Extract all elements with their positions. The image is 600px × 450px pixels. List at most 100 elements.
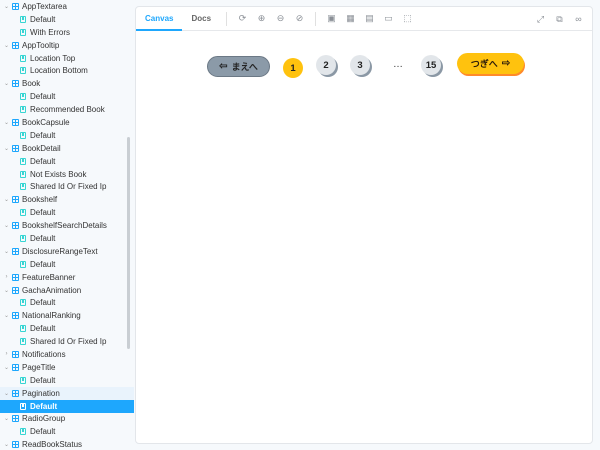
bookmark-icon	[20, 209, 26, 217]
component-icon	[12, 389, 19, 397]
next-page-button[interactable]: つぎへ ⇨	[457, 53, 524, 74]
sidebar-item-label: Location Bottom	[30, 66, 88, 76]
copy-link-icon[interactable]: ∞	[574, 14, 584, 24]
sidebar-component-item[interactable]: ⌄ ReadBookStatus	[0, 438, 134, 450]
open-new-tab-icon[interactable]: ⧉	[555, 14, 565, 24]
bookmark-icon	[20, 338, 26, 346]
sidebar-story-item[interactable]: Default	[0, 90, 134, 103]
sidebar-story-item[interactable]: Recommended Book	[0, 103, 134, 116]
sidebar-component-item[interactable]: ⌄ BookshelfSearchDetails	[0, 219, 134, 232]
chevron-down-icon: ⌄	[3, 313, 10, 320]
sidebar-scrollbar[interactable]	[127, 137, 130, 349]
grid-icon[interactable]: ▦	[346, 14, 356, 24]
sidebar-item-label: BookshelfSearchDetails	[22, 221, 107, 231]
sidebar-component-item[interactable]: ⌄ DisclosureRangeText	[0, 245, 134, 258]
chevron-down-icon: ⌄	[3, 223, 10, 230]
component-tree: ⌄ AppTextarea Default With Errors ⌄ AppToolti…	[0, 0, 134, 450]
sidebar-story-item[interactable]: Default	[0, 206, 134, 219]
outline-icon[interactable]: ⬚	[403, 14, 413, 24]
chevron-down-icon: ⌄	[3, 3, 10, 10]
bookmark-icon	[20, 428, 26, 436]
sidebar-component-item[interactable]: ⌄ BookCapsule	[0, 116, 134, 129]
bookmark-icon	[20, 28, 26, 36]
sidebar-component-item[interactable]: ⌄ Bookshelf	[0, 193, 134, 206]
bookmark-icon	[20, 170, 26, 178]
zoom-reset-icon[interactable]: ⊘	[295, 14, 305, 24]
sidebar-item-label: Default	[30, 259, 56, 269]
sidebar-item-label: Default	[30, 92, 56, 102]
sidebar-story-item[interactable]: Default	[0, 13, 134, 26]
chevron-right-icon: ›	[5, 351, 8, 358]
tab-docs[interactable]: Docs	[182, 7, 220, 31]
zoom-in-icon[interactable]: ⊕	[257, 14, 267, 24]
sidebar-component-item[interactable]: ⌄ PageTitle	[0, 361, 134, 374]
fullscreen-icon[interactable]: ⤢	[536, 14, 546, 24]
component-icon	[12, 312, 19, 320]
sidebar-story-item[interactable]: Location Bottom	[0, 64, 134, 77]
sidebar-item-label: FeatureBanner	[22, 272, 76, 282]
sidebar-story-item[interactable]: Default	[0, 258, 134, 271]
sidebar-item-label: Default	[30, 427, 56, 437]
bookmark-icon	[20, 54, 26, 62]
sidebar-component-item[interactable]: ⌄ AppTooltip	[0, 39, 134, 52]
sidebar-item-label: Default	[30, 130, 56, 140]
chevron-down-icon: ⌄	[3, 145, 10, 152]
sidebar-component-item[interactable]: ⌄ AppTextarea	[0, 0, 134, 13]
prev-page-button[interactable]: ⇦ まえへ	[207, 56, 270, 77]
chevron-down-icon: ⌄	[3, 442, 10, 449]
bookmark-icon	[20, 93, 26, 101]
component-icon	[12, 441, 19, 449]
toolbar-divider	[315, 11, 317, 26]
background-icon[interactable]: ▣	[327, 14, 337, 24]
sidebar-story-item[interactable]: Default	[0, 425, 134, 438]
chevron-down-icon: ⌄	[3, 248, 10, 255]
chevron-down-icon: ⌄	[3, 42, 10, 49]
sidebar-story-item[interactable]: Shared Id Or Fixed Ip	[0, 180, 134, 193]
bookmark-icon	[20, 15, 26, 23]
arrow-left-icon: ⇦	[219, 60, 228, 72]
sidebar-item-label: Bookshelf	[22, 195, 58, 205]
bookmark-icon	[20, 299, 26, 307]
sidebar-item-label: RadioGroup	[22, 414, 66, 424]
refresh-icon[interactable]: ⟳	[238, 14, 248, 24]
measure-icon[interactable]: ▭	[384, 14, 394, 24]
component-icon	[12, 363, 19, 371]
sidebar-item-label: Default	[30, 298, 56, 308]
sidebar-item-label: Default	[30, 324, 56, 334]
sidebar-story-item[interactable]: Default	[0, 322, 134, 335]
preview-panel: Canvas Docs ⟳ ⊕ ⊖ ⊘ ▣ ▦ ▤ ▭ ⬚ ⤢ ⧉ ∞ ⇦ まえ…	[135, 6, 593, 444]
sidebar-component-item[interactable]: ⌄ GachaAnimation	[0, 284, 134, 297]
component-icon	[12, 247, 19, 255]
page-current[interactable]: 1	[283, 58, 303, 78]
sidebar-story-item[interactable]: Default	[0, 399, 134, 413]
sidebar-component-item[interactable]: ⌄ BookDetail	[0, 142, 134, 155]
sidebar-component-item[interactable]: ⌄ Pagination	[0, 386, 134, 400]
sidebar-story-item[interactable]: Default	[0, 155, 134, 168]
sidebar-component-item[interactable]: › Notifications	[0, 348, 134, 361]
sidebar-story-item[interactable]: With Errors	[0, 26, 134, 39]
bookmark-icon	[20, 183, 26, 191]
sidebar-story-item[interactable]: Shared Id Or Fixed Ip	[0, 335, 134, 348]
viewport-icon[interactable]: ▤	[365, 14, 375, 24]
zoom-out-icon[interactable]: ⊖	[276, 14, 286, 24]
sidebar-component-item[interactable]: ⌄ Book	[0, 77, 134, 90]
tab-canvas[interactable]: Canvas	[136, 7, 183, 31]
sidebar-item-label: BookCapsule	[22, 117, 70, 127]
sidebar-story-item[interactable]: Default	[0, 129, 134, 142]
sidebar-component-item[interactable]: › FeatureBanner	[0, 271, 134, 284]
component-icon	[12, 41, 19, 49]
sidebar-item-label: Default	[30, 401, 58, 411]
page-button-last[interactable]: 15	[421, 55, 441, 75]
sidebar-component-item[interactable]: ⌄ NationalRanking	[0, 309, 134, 322]
sidebar-story-item[interactable]: Default	[0, 232, 134, 245]
sidebar-story-item[interactable]: Default	[0, 374, 134, 387]
component-icon	[12, 2, 19, 10]
sidebar-item-label: Recommended Book	[30, 105, 105, 115]
page-button-3[interactable]: 3	[350, 55, 370, 75]
bookmark-icon	[20, 157, 26, 165]
sidebar-component-item[interactable]: ⌄ RadioGroup	[0, 413, 134, 426]
sidebar-story-item[interactable]: Default	[0, 296, 134, 309]
sidebar-story-item[interactable]: Location Top	[0, 52, 134, 65]
sidebar-story-item[interactable]: Not Exists Book	[0, 168, 134, 181]
page-button-2[interactable]: 2	[316, 55, 336, 75]
